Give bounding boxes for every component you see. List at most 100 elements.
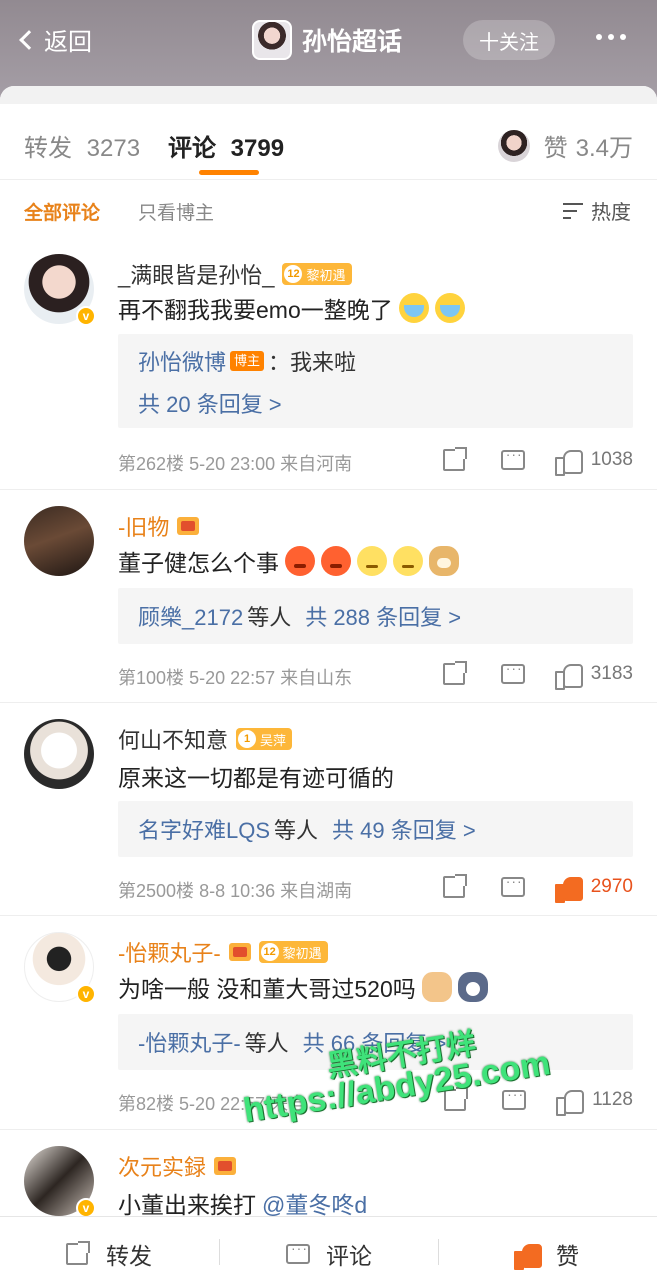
reply-user[interactable]: 孙怡微博 xyxy=(138,345,226,377)
tab-repost-label: 转发 xyxy=(24,135,72,162)
tab-like-label: 赞 xyxy=(543,135,568,162)
reply-summary[interactable]: 共 288 条回复 > xyxy=(305,600,461,632)
reply-icon[interactable] xyxy=(500,873,525,897)
thumbs-up-icon xyxy=(556,1088,585,1116)
reply-icon[interactable] xyxy=(500,660,525,684)
back-button[interactable]: 返回 xyxy=(16,22,92,57)
doge-emoji-icon xyxy=(429,546,459,576)
username-text: -怡颗丸子- xyxy=(118,941,221,966)
member-crown-icon xyxy=(177,517,200,535)
tab-comment[interactable]: 评论 3799 xyxy=(168,128,284,163)
username[interactable]: _满眼皆是孙怡_ 12 黎初遇 xyxy=(118,258,352,290)
thinking-emoji-icon xyxy=(357,546,387,576)
comment-item: v 次元实録 小董出来挨打 @董冬咚d xyxy=(0,1130,657,1218)
username-text: 何山不知意 xyxy=(118,728,229,753)
divider xyxy=(219,1239,220,1265)
husky-emoji-icon xyxy=(457,972,488,1002)
back-label: 返回 xyxy=(44,29,92,56)
comment-text: 董子健怎么个事 xyxy=(118,544,459,578)
page-title-group[interactable]: 孙怡超话 xyxy=(252,20,402,60)
reply-text: ：我来啦 xyxy=(268,350,357,375)
sort-by-heat-button[interactable]: 热度 xyxy=(563,196,631,225)
thumbs-up-icon xyxy=(554,448,583,476)
username-text: -旧物 xyxy=(118,515,170,540)
reply-line: 名字好难LQS 等人 共 49 条回复 > xyxy=(138,808,613,850)
author-tag: 博主 xyxy=(230,351,265,371)
reply-icon[interactable] xyxy=(500,446,525,470)
username[interactable]: 何山不知意 1 吴萍 xyxy=(118,723,293,755)
reply-line: 顾樂_2172 等人 共 288 条回复 > xyxy=(138,595,613,637)
reply-icon[interactable] xyxy=(502,1086,527,1110)
comment-text: 为啥一般 没和董大哥过520吗 xyxy=(118,970,488,1004)
thumbs-up-icon xyxy=(514,1242,542,1270)
reply-preview[interactable]: 顾樂_2172 等人 共 288 条回复 > xyxy=(118,588,633,644)
repost-icon xyxy=(66,1241,90,1265)
comment-icon xyxy=(286,1240,310,1264)
reply-summary[interactable]: 共 20 条回复 > xyxy=(138,382,613,424)
post-tabs: 转发 3273 评论 3799 赞 3.4万 xyxy=(0,104,657,180)
bottom-comment-button[interactable]: 评论 xyxy=(286,1237,372,1271)
comment-actions: 3183 xyxy=(442,660,633,690)
thinking-emoji-icon xyxy=(393,546,423,576)
username[interactable]: -旧物 xyxy=(118,510,200,542)
comment-text: 原来这一切都是有迹可循的 xyxy=(118,765,394,791)
thumbs-up-icon xyxy=(554,875,583,903)
comment-item: -旧物 董子健怎么个事 顾樂_2172 等人 共 288 条回复 > 第100楼… xyxy=(0,490,657,703)
share-icon[interactable] xyxy=(442,661,467,685)
fan-badge: 12 黎初遇 xyxy=(282,263,352,285)
bottom-like-button[interactable]: 赞 xyxy=(514,1237,579,1271)
tab-like[interactable]: 赞 3.4万 xyxy=(497,128,633,163)
reply-user[interactable]: 顾樂_2172 xyxy=(138,600,243,632)
divider xyxy=(438,1239,439,1265)
user-avatar[interactable] xyxy=(24,719,94,789)
follow-button[interactable]: 十关注 xyxy=(463,20,555,60)
share-icon[interactable] xyxy=(442,874,467,898)
comment-actions: 1038 xyxy=(442,446,633,476)
like-button[interactable]: 3183 xyxy=(554,662,633,690)
liker-avatar xyxy=(497,129,530,162)
comment-meta: 第2500楼 8-8 10:36 来自湖南 xyxy=(118,881,353,901)
share-icon[interactable] xyxy=(442,447,467,471)
reply-user[interactable]: -怡颗丸子- xyxy=(138,1026,241,1058)
like-button[interactable]: 1038 xyxy=(554,448,633,476)
active-tab-indicator xyxy=(199,170,259,175)
user-avatar[interactable] xyxy=(24,506,94,576)
thumbs-up-icon xyxy=(554,662,583,690)
comment-meta: 第100楼 5-20 22:57 来自山东 xyxy=(118,668,353,688)
filter-author-only[interactable]: 只看博主 xyxy=(138,198,214,225)
like-button[interactable]: 1128 xyxy=(556,1088,633,1116)
bottom-comment-label: 评论 xyxy=(326,1243,372,1269)
chevron-left-icon xyxy=(19,29,39,50)
filter-all-comments[interactable]: 全部评论 xyxy=(24,198,100,225)
topic-avatar xyxy=(252,20,292,60)
reply-summary[interactable]: 共 49 条回复 > xyxy=(332,813,476,845)
cat-emoji-icon xyxy=(421,972,452,1002)
tab-comment-count: 3799 xyxy=(230,135,285,162)
verified-icon: v xyxy=(76,1198,96,1218)
tab-repost-count: 3273 xyxy=(86,135,141,162)
sort-label: 热度 xyxy=(591,202,631,224)
mention-link[interactable]: @董冬咚d xyxy=(262,1186,367,1220)
bottom-action-bar: 转发 评论 赞 xyxy=(0,1216,657,1280)
comment-text: 再不翻我我要emo一整晚了 xyxy=(118,291,465,325)
username[interactable]: 次元实録 xyxy=(118,1150,237,1182)
bottom-repost-label: 转发 xyxy=(106,1243,152,1269)
username[interactable]: -怡颗丸子- 12 黎初遇 xyxy=(118,936,328,968)
angry-emoji-icon xyxy=(321,546,351,576)
reply-preview[interactable]: 孙怡微博 博主 ：我来啦 共 20 条回复 > xyxy=(118,334,633,428)
reply-line: 孙怡微博 博主 ：我来啦 xyxy=(138,340,613,382)
reply-preview[interactable]: 名字好难LQS 等人 共 49 条回复 > xyxy=(118,801,633,857)
crying-emoji-icon xyxy=(398,293,429,323)
member-crown-icon xyxy=(228,943,251,961)
sort-icon xyxy=(563,202,583,220)
comment-text: 小董出来挨打 @董冬咚d xyxy=(118,1186,367,1220)
tab-repost[interactable]: 转发 3273 xyxy=(24,128,140,163)
comment-meta: 第262楼 5-20 23:00 来自河南 xyxy=(118,454,353,474)
reply-user[interactable]: 名字好难LQS xyxy=(138,813,270,845)
like-button[interactable]: 2970 xyxy=(554,875,633,903)
crying-emoji-icon xyxy=(434,293,465,323)
username-text: _满眼皆是孙怡_ xyxy=(118,263,275,288)
comment-actions: 2970 xyxy=(442,873,633,903)
more-options-icon[interactable] xyxy=(596,34,626,40)
bottom-repost-button[interactable]: 转发 xyxy=(66,1237,152,1271)
